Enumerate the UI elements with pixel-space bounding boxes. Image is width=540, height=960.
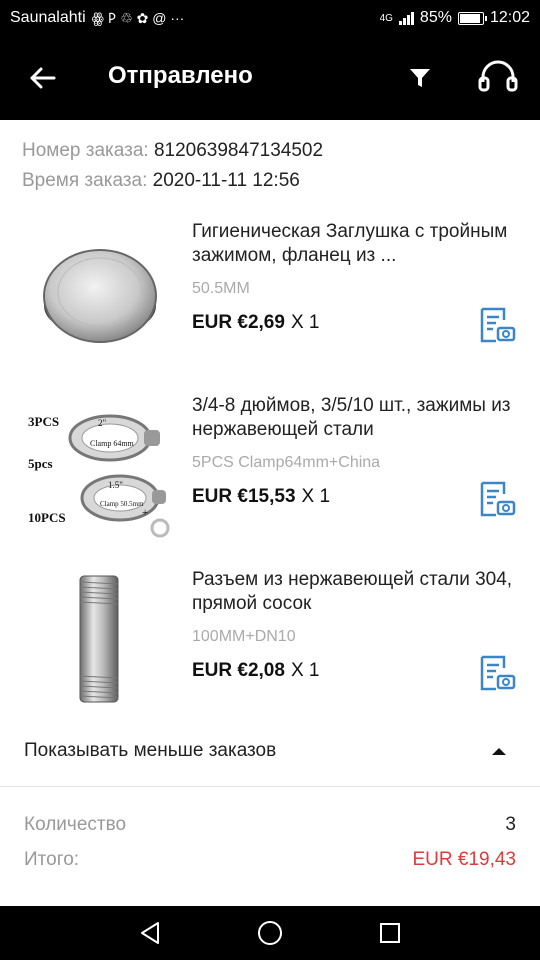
divider — [0, 786, 540, 787]
network-type: 4G — [379, 12, 393, 24]
circle-home-icon — [258, 921, 282, 945]
show-less-orders-button[interactable]: Показывать меньше заказов — [0, 730, 540, 772]
status-bar: Saunalahti ꙮ 𐌓 ♲ ✿ @ ··· 4G 85% 12:02 — [0, 0, 540, 36]
product-image[interactable] — [24, 568, 176, 720]
support-button[interactable] — [474, 58, 522, 98]
product-item[interactable]: Гигиеническая Заглушка с тройным зажимом… — [0, 220, 540, 380]
caret-up-icon — [492, 747, 506, 755]
image-label: Clamp 64mm — [90, 439, 135, 448]
image-label: 1.5" — [108, 480, 123, 490]
quantity-label: Количество — [24, 814, 127, 835]
order-number-row: Номер заказа: 8120639847134502 — [22, 136, 323, 166]
show-less-label: Показывать меньше заказов — [24, 740, 277, 761]
system-nav-bar — [0, 906, 540, 960]
total-value: EUR €19,43 — [412, 849, 516, 870]
document-camera-icon — [480, 481, 516, 517]
carrier-name: Saunalahti — [10, 9, 86, 26]
battery-icon — [457, 11, 487, 25]
order-time-value: 2020-11-11 12:56 — [152, 170, 300, 191]
product-item[interactable]: Разъем из нержавеющей стали 304, прямой … — [0, 568, 540, 728]
product-item[interactable]: 3PCS 5pcs 10PCS 2" Clamp 64mm 1.5" Clamp… — [0, 394, 540, 554]
product-title[interactable]: 3/4-8 дюймов, 3/5/10 шт., зажимы из нерж… — [192, 394, 522, 442]
triangle-back-icon — [141, 922, 159, 944]
nav-recents-button[interactable] — [375, 918, 405, 948]
headset-icon — [478, 60, 518, 92]
back-button[interactable] — [22, 62, 62, 94]
nav-back-button[interactable] — [135, 918, 165, 948]
image-label: 10PCS — [28, 510, 66, 525]
product-title[interactable]: Разъем из нержавеющей стали 304, прямой … — [192, 568, 522, 616]
image-label: 5pcs — [28, 456, 53, 471]
summary-total-row: Итого: EUR €19,43 — [24, 849, 516, 871]
product-action-button[interactable] — [478, 654, 518, 694]
notification-icons: ꙮ 𐌓 ♲ ✿ @ ··· — [91, 9, 185, 26]
product-quantity: X 1 — [290, 312, 320, 333]
product-action-button[interactable] — [478, 306, 518, 346]
image-label: 3PCS — [28, 414, 59, 429]
product-variant: 5PCS Clamp64mm+China — [192, 454, 381, 471]
app-header: Отправлено — [0, 36, 540, 120]
image-label: + — [142, 507, 148, 519]
price-value: EUR €15,53 — [192, 486, 296, 507]
product-price: EUR €2,08 X 1 — [192, 660, 319, 682]
nav-home-button[interactable] — [255, 918, 285, 948]
image-label: 2" — [98, 418, 107, 428]
image-label: Clamp 50.5mm — [100, 500, 144, 508]
product-quantity: X 1 — [290, 660, 320, 681]
product-image[interactable]: 3PCS 5pcs 10PCS 2" Clamp 64mm 1.5" Clamp… — [24, 394, 176, 546]
filter-icon — [410, 69, 430, 87]
battery-percent: 85% — [419, 9, 452, 26]
product-title[interactable]: Гигиеническая Заглушка с тройным зажимом… — [192, 220, 522, 268]
price-value: EUR €2,08 — [192, 660, 285, 681]
product-quantity: X 1 — [301, 486, 331, 507]
signal-icon — [398, 11, 414, 25]
product-variant: 50.5MM — [192, 280, 250, 297]
summary-quantity-row: Количество 3 — [24, 814, 516, 836]
quantity-value: 3 — [505, 814, 516, 835]
arrow-left-icon — [30, 67, 56, 89]
document-camera-icon — [480, 655, 516, 691]
document-camera-icon — [480, 307, 516, 343]
clock: 12:02 — [489, 9, 530, 26]
product-image[interactable] — [24, 220, 176, 372]
order-number-value: 8120639847134502 — [153, 140, 324, 161]
square-recents-icon — [380, 923, 400, 943]
order-info: Номер заказа: 8120639847134502 Время зак… — [22, 136, 323, 196]
product-price: EUR €2,69 X 1 — [192, 312, 319, 334]
order-number-label: Номер заказа: — [22, 140, 149, 161]
order-time-row: Время заказа: 2020-11-11 12:56 — [22, 166, 323, 196]
filter-button[interactable] — [402, 60, 438, 96]
product-variant: 100MM+DN10 — [192, 628, 296, 645]
total-label: Итого: — [24, 849, 80, 870]
page-title: Отправлено — [108, 62, 253, 89]
price-value: EUR €2,69 — [192, 312, 285, 333]
product-price: EUR €15,53 X 1 — [192, 486, 330, 508]
product-action-button[interactable] — [478, 480, 518, 520]
order-time-label: Время заказа: — [22, 170, 148, 191]
